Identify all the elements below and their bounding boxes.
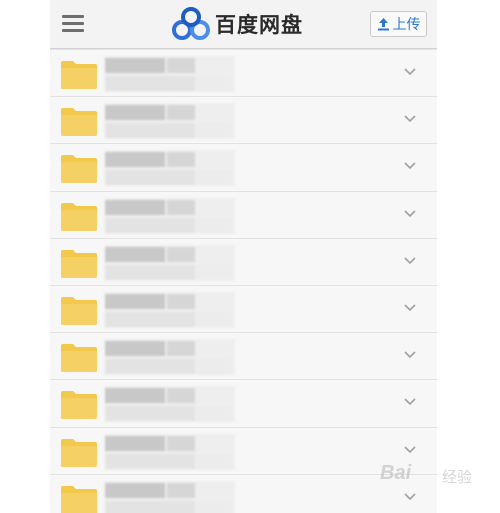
folder-row[interactable] (50, 474, 437, 513)
folder-icon (61, 202, 97, 231)
folder-row[interactable] (50, 238, 437, 286)
folder-name-blurred (105, 197, 235, 234)
folder-name-blurred (105, 150, 235, 187)
folder-name (105, 150, 106, 151)
app-title: 百度网盘 (215, 13, 303, 37)
folder-name (105, 56, 106, 57)
chevron-down-icon[interactable] (403, 67, 417, 77)
folder-name-blurred (105, 103, 235, 140)
folder-list (50, 50, 437, 513)
folder-icon (61, 344, 97, 373)
chevron-down-icon[interactable] (403, 114, 417, 124)
hamburger-menu-icon (62, 15, 84, 18)
folder-icon (61, 438, 97, 467)
folder-name-blurred (105, 56, 235, 92)
folder-name-blurred (105, 291, 235, 328)
folder-row[interactable] (50, 427, 437, 475)
menu-button[interactable] (62, 14, 86, 34)
folder-name-blurred (105, 433, 235, 470)
folder-icon (61, 296, 97, 325)
folder-row[interactable] (50, 50, 437, 98)
app-window: 百度网盘 上传 (50, 0, 437, 513)
folder-icon (61, 108, 97, 137)
folder-icon (61, 155, 97, 184)
folder-icon (61, 485, 97, 513)
watermark-sub: 经验 (442, 468, 473, 486)
folder-name (105, 434, 106, 435)
folder-row[interactable] (50, 285, 437, 334)
top-bar: 百度网盘 上传 (50, 0, 437, 49)
chevron-down-icon[interactable] (403, 161, 417, 171)
chevron-down-icon[interactable] (403, 350, 417, 360)
folder-icon (61, 391, 97, 420)
chevron-down-icon[interactable] (403, 303, 417, 313)
brand: 百度网盘 (171, 6, 303, 42)
folder-row[interactable] (50, 191, 437, 239)
chevron-down-icon[interactable] (403, 209, 417, 219)
folder-name (105, 103, 106, 104)
folder-name-blurred (105, 339, 235, 376)
upload-arrow-icon (377, 18, 389, 31)
chevron-down-icon[interactable] (403, 397, 417, 407)
hamburger-menu-icon-bar (62, 22, 84, 25)
folder-name-blurred (105, 386, 235, 423)
chevron-down-icon[interactable] (403, 445, 417, 455)
folder-name (105, 386, 106, 387)
folder-row[interactable] (50, 144, 437, 192)
folder-name (105, 339, 106, 340)
folder-icon (61, 249, 97, 278)
folder-name (105, 198, 106, 199)
upload-label: 上传 (392, 17, 421, 33)
folder-row[interactable] (50, 333, 437, 381)
folder-row[interactable] (50, 97, 437, 145)
baidu-netdisk-logo-icon (172, 7, 210, 40)
chevron-down-icon[interactable] (403, 256, 417, 266)
folder-icon (61, 61, 97, 89)
folder-name-blurred (105, 480, 235, 513)
hamburger-menu-icon-bar (62, 29, 84, 32)
folder-name (105, 292, 106, 293)
upload-button[interactable]: 上传 (370, 11, 427, 37)
folder-name-blurred (105, 244, 235, 281)
folder-name (105, 245, 106, 246)
folder-row[interactable] (50, 380, 437, 428)
folder-name (105, 481, 106, 482)
chevron-down-icon[interactable] (403, 492, 417, 502)
